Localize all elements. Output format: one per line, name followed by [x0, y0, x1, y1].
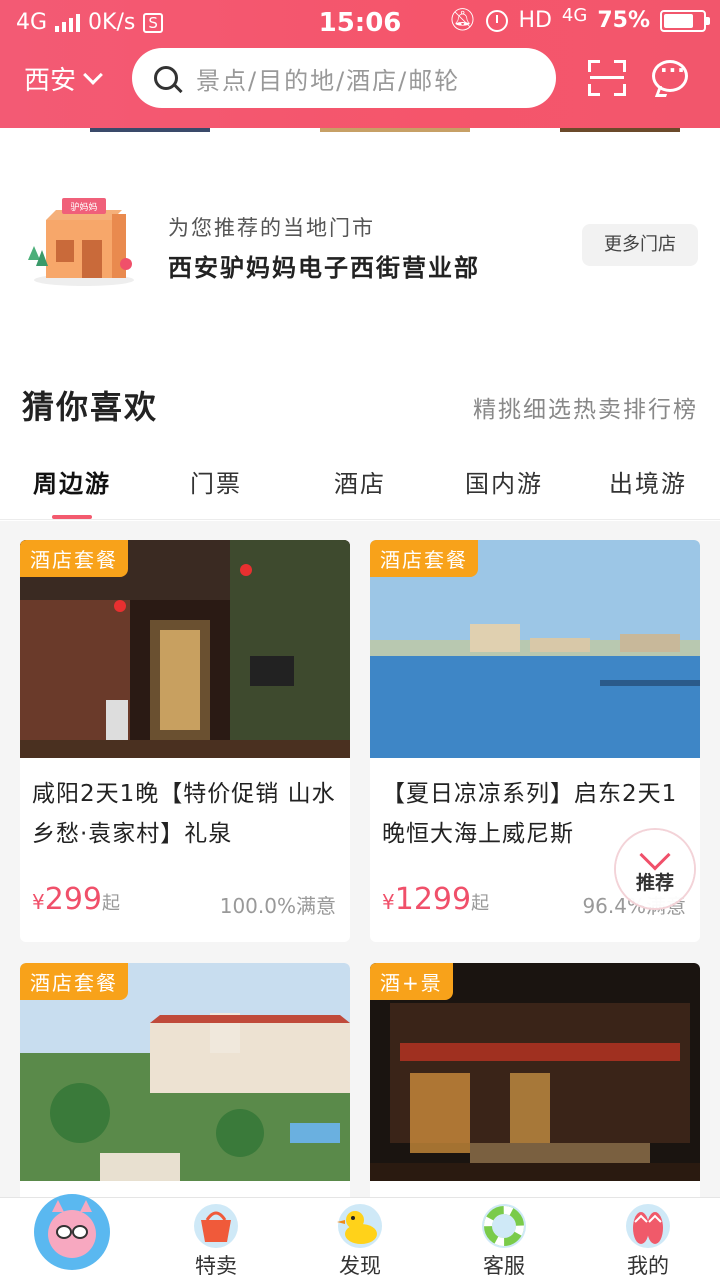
battery-icon	[660, 9, 710, 32]
nav-mine[interactable]: 我的	[576, 1198, 720, 1280]
satisfaction-rate: 100.0%满意	[219, 894, 336, 918]
lifebuoy-icon	[482, 1204, 526, 1248]
product-price: ¥1299起	[382, 882, 490, 917]
store-illustration: 驴妈妈	[28, 198, 134, 286]
alarm-icon	[486, 9, 509, 32]
nav-discover[interactable]: 发现	[288, 1198, 432, 1280]
nav-sale[interactable]: 特卖	[144, 1198, 288, 1280]
local-store-section: 驴妈妈 为您推荐的当地门市 西安驴妈妈电子西街营业部 更多门店	[0, 128, 720, 338]
recommend-label: 推荐	[635, 872, 674, 894]
search-icon	[154, 66, 178, 90]
product-tag: 酒店套餐	[20, 540, 128, 577]
banner-edge	[560, 128, 680, 132]
shopping-basket-icon	[194, 1204, 238, 1248]
search-placeholder: 景点/目的地/酒店/邮轮	[196, 66, 461, 95]
store-name[interactable]: 西安驴妈妈电子西街营业部	[168, 248, 480, 283]
nav-label: 客服	[483, 1254, 525, 1278]
city-selector[interactable]: 西安	[24, 60, 103, 97]
tab-outbound[interactable]: 出境游	[576, 456, 720, 519]
chevron-down-icon	[83, 64, 103, 85]
nav-service[interactable]: 客服	[432, 1198, 576, 1280]
scan-icon[interactable]	[588, 60, 626, 96]
tab-nearby[interactable]: 周边游	[0, 456, 144, 519]
product-card[interactable]: 酒店套餐 咸阳2天1晚【特价促销 山水乡愁·袁家村】礼泉 ¥299起 100.0…	[20, 540, 350, 942]
battery-percent: 75%	[597, 8, 650, 33]
tab-domestic[interactable]: 国内游	[432, 456, 576, 519]
recommend-button[interactable]: 推荐	[616, 830, 694, 908]
section-title: 猜你喜欢	[22, 388, 159, 426]
product-card[interactable]: 酒店套餐	[20, 963, 350, 1197]
product-tag: 酒+景	[370, 963, 453, 1000]
product-tag: 酒店套餐	[370, 540, 478, 577]
banner-edge	[90, 128, 210, 132]
tab-hotel[interactable]: 酒店	[288, 456, 432, 519]
network-type-2: 4G	[561, 5, 588, 26]
product-tag: 酒店套餐	[20, 963, 128, 1000]
nav-label: 发现	[339, 1254, 381, 1278]
duck-icon	[337, 1204, 382, 1248]
product-price: ¥299起	[32, 882, 120, 917]
status-bar: 4G 0K/s S 15:06 🔕︎ HD 4G 75%	[0, 0, 720, 48]
chevron-down-icon	[639, 839, 671, 871]
city-label: 西安	[24, 66, 77, 96]
nav-label: 我的	[627, 1254, 669, 1278]
tab-tickets[interactable]: 门票	[144, 456, 288, 519]
product-card[interactable]: 酒+景	[370, 963, 700, 1197]
category-tabs: 周边游 门票 酒店 国内游 出境游	[0, 456, 720, 520]
header: 4G 0K/s S 15:06 🔕︎ HD 4G 75% 西安 景点/目的地/酒…	[0, 0, 720, 128]
store-sign: 驴妈妈	[70, 201, 97, 213]
product-title: 咸阳2天1晚【特价促销 山水乡愁·袁家村】礼泉	[32, 781, 336, 847]
hd-label: HD	[518, 8, 552, 33]
ranking-link[interactable]: 精挑细选热卖排行榜	[473, 390, 698, 424]
nav-label: 特卖	[195, 1254, 237, 1278]
mascot-icon	[34, 1194, 110, 1270]
mute-icon: 🔕︎	[448, 8, 477, 33]
product-feed: 酒店套餐 咸阳2天1晚【特价促销 山水乡愁·袁家村】礼泉 ¥299起 100.0…	[0, 521, 720, 1197]
banner-edge	[320, 128, 470, 132]
bottom-nav: 特卖 发现 客服 我的	[0, 1194, 720, 1280]
more-stores-button[interactable]: 更多门店	[582, 224, 698, 266]
nav-home[interactable]	[0, 1194, 144, 1280]
store-subtitle: 为您推荐的当地门市	[168, 216, 375, 240]
search-input[interactable]: 景点/目的地/酒店/邮轮	[132, 48, 556, 108]
message-icon[interactable]	[652, 58, 688, 92]
flip-flops-icon	[626, 1204, 670, 1248]
